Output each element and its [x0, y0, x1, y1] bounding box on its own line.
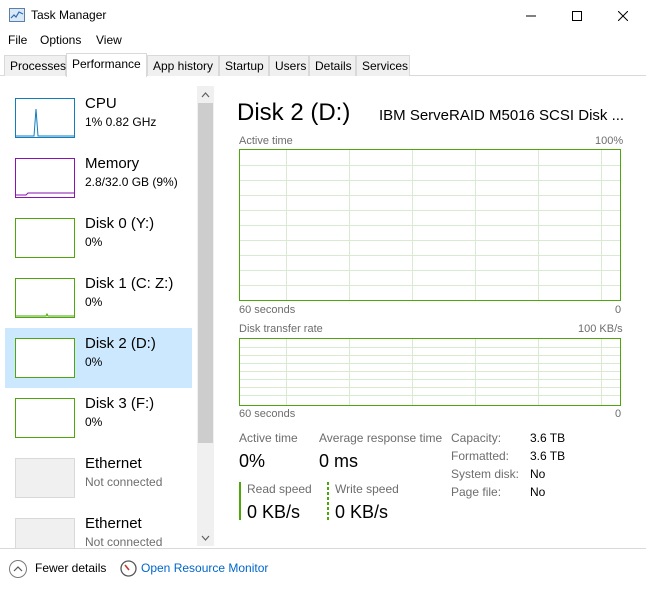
sidebar-item-title: Ethernet [85, 515, 142, 532]
system-disk-value: No [530, 467, 546, 481]
open-resource-monitor-link[interactable]: Open Resource Monitor [141, 561, 268, 575]
sidebar-item-disk-1[interactable]: Disk 1 (C: Z:) 0% [5, 268, 192, 328]
scrollbar-thumb[interactable] [198, 103, 213, 443]
sidebar-item-disk-3[interactable]: Disk 3 (F:) 0% [5, 388, 192, 448]
capacity-value: 3.6 TB [530, 431, 566, 445]
cpu-thumbnail-graph [15, 98, 75, 138]
sidebar-item-memory[interactable]: Memory 2.8/32.0 GB (9%) [5, 148, 192, 208]
write-speed-value: 0 KB/s [335, 502, 389, 522]
write-speed-indicator [327, 482, 329, 520]
sidebar-item-subtitle: 0% [85, 415, 103, 429]
tab-app-history[interactable]: App history [147, 55, 219, 76]
tab-bar: Processes Performance App history Startu… [0, 53, 646, 77]
ethernet-thumbnail-graph [15, 518, 75, 548]
sidebar-item-disk-2[interactable]: Disk 2 (D:) 0% [5, 328, 192, 388]
sidebar-item-subtitle: 1% 0.82 GHz [85, 115, 157, 129]
menu-view[interactable]: View [96, 33, 122, 47]
sidebar-item-subtitle: 2.8/32.0 GB (9%) [85, 175, 178, 189]
sidebar-item-disk-0[interactable]: Disk 0 (Y:) 0% [5, 208, 192, 268]
disk-thumbnail-graph [15, 338, 75, 378]
sidebar-scrollbar[interactable] [197, 86, 214, 546]
sidebar-item-subtitle: Not connected [85, 535, 163, 548]
maximize-button[interactable] [554, 0, 600, 31]
disk-thumbnail-graph [15, 278, 75, 318]
sidebar-item-ethernet-2[interactable]: Ethernet Not connected [5, 508, 192, 548]
transfer-graph-xlabel: 60 seconds [239, 408, 296, 420]
active-time-graph [239, 149, 621, 301]
read-speed-value: 0 KB/s [247, 502, 301, 522]
sidebar-item-subtitle: Not connected [85, 475, 163, 489]
sidebar-item-title: Disk 0 (Y:) [85, 215, 155, 232]
system-disk-label: System disk: [451, 467, 520, 481]
active-time-graph-xlabel: 60 seconds [239, 304, 296, 316]
scroll-down-icon[interactable] [197, 529, 214, 546]
sidebar-item-cpu[interactable]: CPU 1% 0.82 GHz [5, 88, 192, 148]
disk-thumbnail-graph [15, 218, 75, 258]
transfer-graph-max: 100 KB/s [578, 323, 623, 335]
sidebar-item-title: Ethernet [85, 455, 142, 472]
active-time-grid [240, 150, 620, 300]
sidebar-item-title: Memory [85, 155, 140, 172]
active-time-graph-label: Active time [239, 135, 293, 147]
tab-processes[interactable]: Processes [4, 55, 66, 76]
tab-details[interactable]: Details [309, 55, 356, 76]
sidebar-item-title: CPU [85, 95, 117, 112]
resource-monitor-icon [120, 560, 137, 577]
disk-thumbnail-graph [15, 398, 75, 438]
close-button[interactable] [600, 0, 646, 31]
formatted-label: Formatted: [451, 449, 510, 463]
minimize-icon [526, 15, 536, 16]
avg-response-value: 0 ms [319, 451, 359, 471]
maximize-icon [572, 10, 582, 21]
formatted-value: 3.6 TB [530, 449, 566, 463]
window-title: Task Manager [31, 8, 107, 22]
ethernet-thumbnail-graph [15, 458, 75, 498]
write-speed-label: Write speed [335, 482, 399, 496]
sidebar-item-subtitle: 0% [85, 355, 103, 369]
disk-model: IBM ServeRAID M5016 SCSI Disk ... [379, 107, 625, 124]
memory-thumbnail-graph [15, 158, 75, 198]
sidebar-item-title: Disk 2 (D:) [85, 335, 156, 352]
active-time-graph-min: 0 [615, 304, 622, 316]
transfer-graph-label: Disk transfer rate [239, 323, 323, 335]
capacity-label: Capacity: [451, 431, 502, 445]
footer-bar: Fewer details Open Resource Monitor [0, 548, 646, 593]
page-file-value: No [530, 485, 546, 499]
tab-users[interactable]: Users [269, 55, 309, 76]
page-file-label: Page file: [451, 485, 502, 499]
disk-title: Disk 2 (D:) [237, 99, 351, 126]
transfer-rate-grid [240, 339, 620, 405]
task-manager-icon [9, 8, 25, 22]
close-icon [618, 10, 628, 21]
scroll-up-icon[interactable] [197, 86, 214, 103]
menu-file[interactable]: File [8, 33, 27, 47]
tab-startup[interactable]: Startup [219, 55, 269, 76]
title-bar: Task Manager [0, 0, 646, 31]
avg-response-label: Average response time [319, 431, 443, 445]
sidebar-item-subtitle: 0% [85, 235, 103, 249]
read-speed-indicator [239, 482, 241, 520]
tab-services[interactable]: Services [356, 55, 410, 76]
tab-performance[interactable]: Performance [66, 53, 147, 77]
resource-list: CPU 1% 0.82 GHz Memory 2.8/32.0 GB (9%) … [0, 76, 213, 548]
menu-options[interactable]: Options [40, 33, 81, 47]
transfer-rate-graph [239, 338, 621, 406]
chevron-up-icon[interactable] [9, 560, 27, 578]
active-time-graph-max: 100% [595, 135, 624, 147]
fewer-details-button[interactable]: Fewer details [35, 561, 106, 575]
transfer-graph-min: 0 [615, 408, 622, 420]
sidebar-item-title: Disk 3 (F:) [85, 395, 155, 412]
sidebar-item-subtitle: 0% [85, 295, 103, 309]
minimize-button[interactable] [508, 0, 554, 31]
sidebar-item-title: Disk 1 (C: Z:) [85, 275, 174, 292]
disk-detail-panel: Disk 2 (D:) IBM ServeRAID M5016 SCSI Dis… [214, 76, 646, 548]
menu-bar: File Options View [0, 31, 646, 51]
active-time-label: Active time [239, 431, 298, 445]
sidebar-item-ethernet-1[interactable]: Ethernet Not connected [5, 448, 192, 508]
read-speed-label: Read speed [247, 482, 312, 496]
active-time-value: 0% [239, 451, 266, 471]
